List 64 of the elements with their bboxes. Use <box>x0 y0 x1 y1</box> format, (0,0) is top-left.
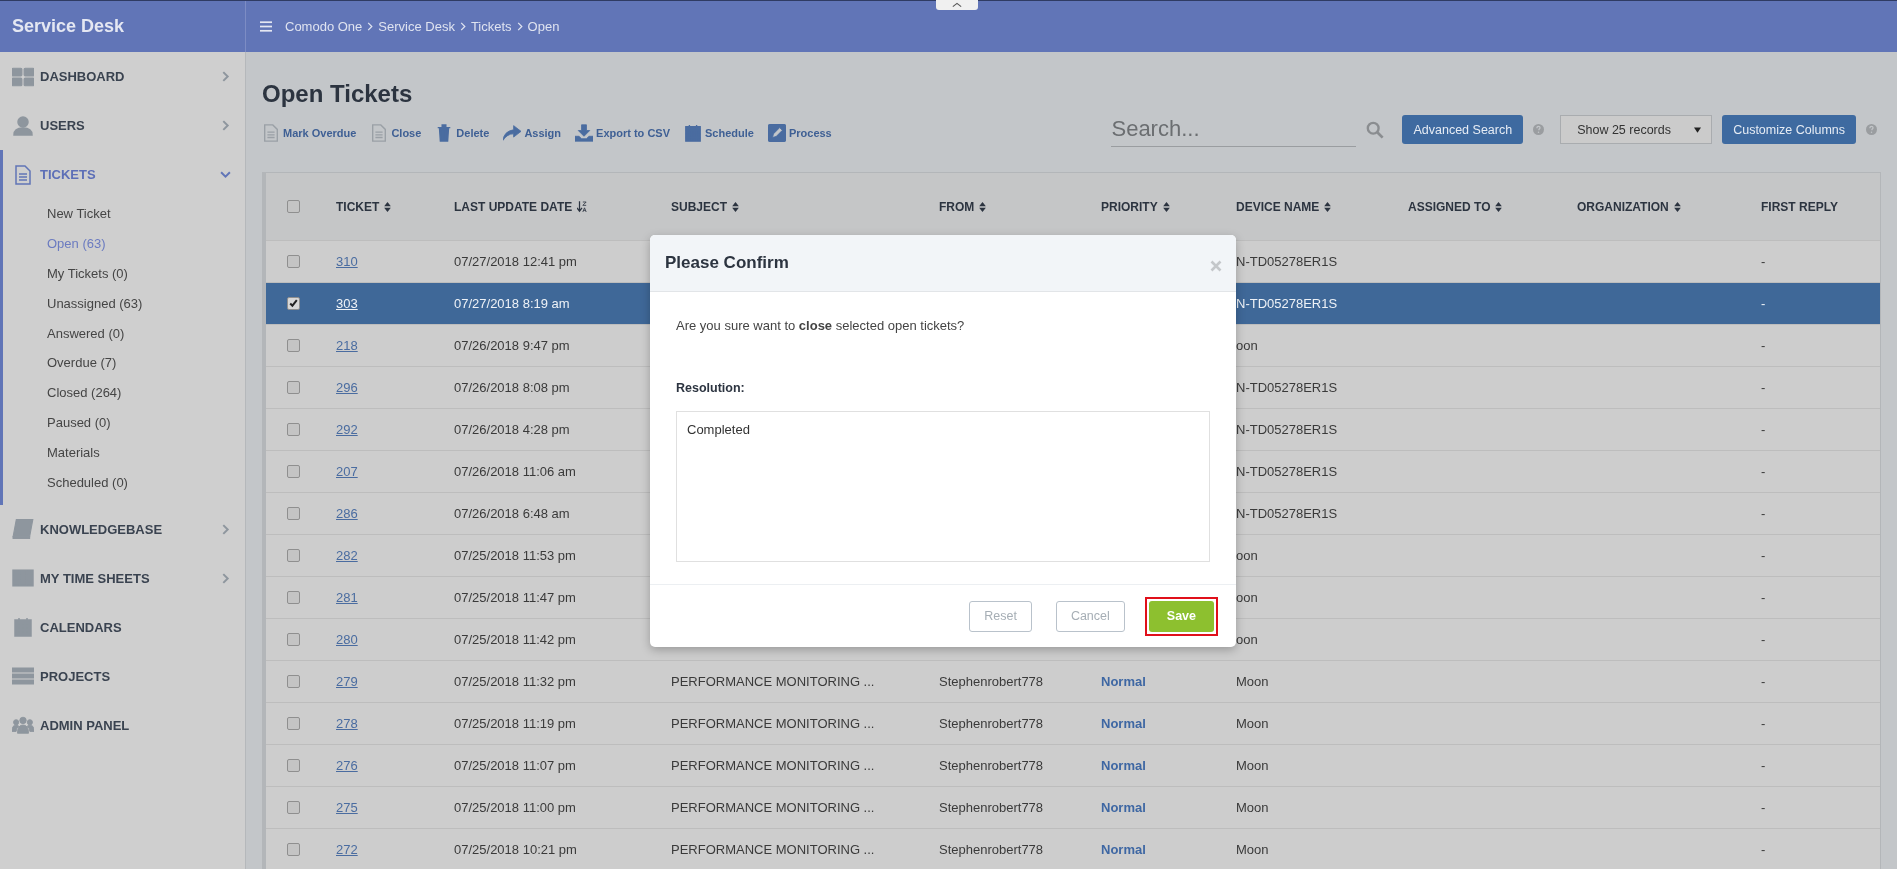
table-cell: Stephenrobert778 <box>939 800 1044 815</box>
table-cell: - <box>1761 674 1766 689</box>
table-cell: 07/25/2018 11:47 pm <box>454 590 576 605</box>
table-cell: 07/27/2018 8:19 am <box>454 296 570 311</box>
table-cell: 07/26/2018 4:28 pm <box>454 422 570 437</box>
table-cell: 07/26/2018 9:47 pm <box>454 338 570 353</box>
table-cell: PERFORMANCE MONITORING ... <box>671 674 875 689</box>
priority-text: Normal <box>1101 758 1146 773</box>
table-cell: Stephenrobert778 <box>939 758 1044 773</box>
table-cell: 07/25/2018 11:32 pm <box>454 674 576 689</box>
table-cell: 07/25/2018 11:19 pm <box>454 716 576 731</box>
table-cell: 07/25/2018 10:21 pm <box>454 842 577 857</box>
priority-text: Normal <box>1101 716 1146 731</box>
table-cell: N-TD05278ER1S <box>1236 506 1338 521</box>
table-cell: - <box>1761 422 1766 437</box>
table-cell: Stephenrobert778 <box>939 716 1044 731</box>
table-cell: - <box>1761 590 1766 605</box>
table-cell: - <box>1761 632 1766 647</box>
table-cell: 07/25/2018 11:53 pm <box>454 548 576 563</box>
table-cell: oon <box>1236 632 1258 647</box>
priority-text: Normal <box>1101 674 1146 689</box>
table-cell: - <box>1761 548 1766 563</box>
priority-text: Normal <box>1101 800 1146 815</box>
table-cell: Moon <box>1236 800 1269 815</box>
table-cell: - <box>1761 464 1766 479</box>
table-cell: Stephenrobert778 <box>939 842 1044 857</box>
table-cell: PERFORMANCE MONITORING ... <box>671 716 875 731</box>
table-cell: 07/27/2018 12:41 pm <box>454 254 577 269</box>
table-cell: PERFORMANCE MONITORING ... <box>671 758 875 773</box>
table-cell: oon <box>1236 338 1258 353</box>
table-cell: Moon <box>1236 758 1269 773</box>
table-cell: 07/26/2018 6:48 am <box>454 506 570 521</box>
table-cell: - <box>1761 254 1766 269</box>
table-cell: 07/25/2018 11:42 pm <box>454 632 576 647</box>
table-cell: oon <box>1236 548 1258 563</box>
table-cell: oon <box>1236 590 1258 605</box>
table-cell: - <box>1761 758 1766 773</box>
table-cell: Moon <box>1236 842 1269 857</box>
table-cell: N-TD05278ER1S <box>1236 464 1338 479</box>
table-cell: - <box>1761 800 1766 815</box>
dialog-title: Please Confirm <box>665 253 789 273</box>
table-cell: 07/26/2018 8:08 pm <box>454 380 570 395</box>
table-cell: - <box>1761 296 1766 311</box>
table-cell: - <box>1761 842 1766 857</box>
table-cell: N-TD05278ER1S <box>1236 254 1338 269</box>
table-cell: N-TD05278ER1S <box>1236 296 1338 311</box>
table-cell: 07/25/2018 11:00 pm <box>454 800 576 815</box>
field-label: Resolution: <box>676 381 746 395</box>
table-cell: 07/26/2018 11:06 am <box>454 464 576 479</box>
table-cell: PERFORMANCE MONITORING ... <box>671 800 875 815</box>
table-cell: N-TD05278ER1S <box>1236 422 1338 437</box>
table-cell: - <box>1761 380 1766 395</box>
table-cell: PERFORMANCE MONITORING ... <box>671 842 875 857</box>
table-cell: N-TD05278ER1S <box>1236 380 1338 395</box>
dialog-message: Are you sure want to close selected open tickets? <box>676 318 966 333</box>
table-cell: Stephenrobert778 <box>939 674 1044 689</box>
table-cell: Moon <box>1236 674 1269 689</box>
page-title: Open Tickets <box>262 80 414 108</box>
table-cell: - <box>1761 716 1766 731</box>
table-cell: Moon <box>1236 716 1269 731</box>
priority-text: Normal <box>1101 842 1146 857</box>
table-cell: - <box>1761 338 1766 353</box>
table-cell: 07/25/2018 11:07 pm <box>454 758 576 773</box>
table-cell: - <box>1761 506 1766 521</box>
